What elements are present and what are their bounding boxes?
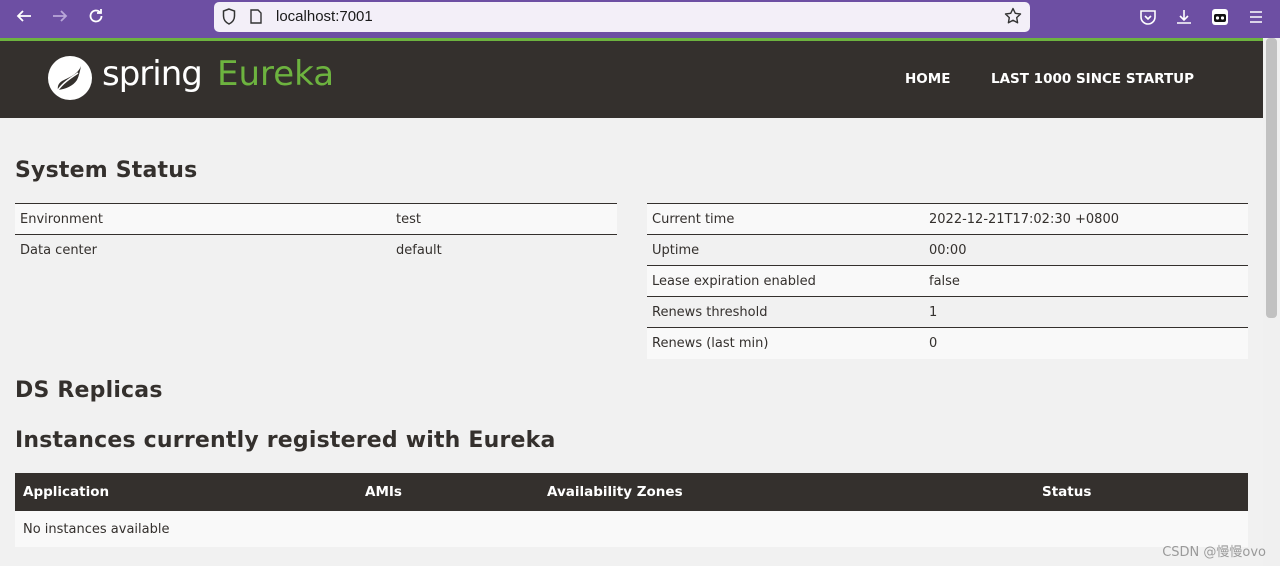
system-status-right-table: Current time 2022-12-21T17:02:30 +0800 U… xyxy=(647,203,1248,359)
shield-icon[interactable] xyxy=(222,8,236,25)
extension-icon[interactable] xyxy=(1211,8,1229,26)
table-row: Uptime 00:00 xyxy=(647,234,1248,266)
row-label: Renews (last min) xyxy=(647,327,924,359)
row-label: Lease expiration enabled xyxy=(647,265,924,297)
nav-last-1000-link[interactable]: LAST 1000 SINCE STARTUP xyxy=(991,71,1194,87)
table-row: Lease expiration enabled false xyxy=(647,265,1248,297)
system-status-left-table: Environment test Data center default xyxy=(15,203,617,266)
row-value: 0 xyxy=(924,327,1248,359)
scrollbar-thumb[interactable] xyxy=(1266,38,1277,318)
instances-heading: Instances currently registered with Eure… xyxy=(15,428,556,453)
row-label: Environment xyxy=(15,203,391,235)
table-row: Data center default xyxy=(15,234,617,266)
row-value: 00:00 xyxy=(924,234,1248,266)
url-text[interactable]: localhost:7001 xyxy=(276,8,373,25)
table-row: Renews threshold 1 xyxy=(647,296,1248,328)
address-bar[interactable]: localhost:7001 xyxy=(214,2,1030,32)
nav-home-link[interactable]: HOME xyxy=(905,71,950,87)
row-label: Uptime xyxy=(647,234,924,266)
reload-icon[interactable] xyxy=(84,7,108,29)
system-status-heading: System Status xyxy=(15,158,198,183)
table-row: No instances available xyxy=(15,511,1248,547)
page-icon[interactable] xyxy=(250,9,262,24)
no-instances-message: No instances available xyxy=(15,511,1248,547)
row-label: Data center xyxy=(15,234,391,266)
column-header-availability-zones: Availability Zones xyxy=(539,473,1034,511)
instances-table: Application AMIs Availability Zones Stat… xyxy=(15,473,1248,547)
back-arrow-icon[interactable] xyxy=(12,7,36,29)
ds-replicas-heading: DS Replicas xyxy=(15,378,163,403)
table-row: Environment test xyxy=(15,203,617,235)
eureka-navbar: spring Eureka HOME LAST 1000 SINCE START… xyxy=(0,38,1263,118)
column-header-application: Application xyxy=(15,473,357,511)
menu-icon[interactable] xyxy=(1247,8,1265,26)
download-icon[interactable] xyxy=(1175,8,1193,26)
watermark-text: CSDN @慢慢ovo xyxy=(1162,545,1266,560)
row-value: false xyxy=(924,265,1248,297)
page-scrollbar[interactable] xyxy=(1263,38,1280,566)
table-row: Current time 2022-12-21T17:02:30 +0800 xyxy=(647,203,1248,235)
row-label: Current time xyxy=(647,203,924,235)
browser-toolbar: localhost:7001 xyxy=(0,0,1280,38)
spring-logo-icon[interactable] xyxy=(46,54,94,102)
pocket-icon[interactable] xyxy=(1139,8,1157,26)
row-value: 2022-12-21T17:02:30 +0800 xyxy=(924,203,1248,235)
table-row: Renews (last min) 0 xyxy=(647,327,1248,359)
brand-eureka[interactable]: Eureka xyxy=(217,54,334,94)
column-header-amis: AMIs xyxy=(357,473,539,511)
brand-spring[interactable]: spring xyxy=(102,54,203,94)
row-value: default xyxy=(391,234,617,266)
bookmark-star-icon[interactable] xyxy=(1004,7,1022,25)
row-value: 1 xyxy=(924,296,1248,328)
forward-arrow-icon[interactable] xyxy=(48,7,72,29)
table-header-row: Application AMIs Availability Zones Stat… xyxy=(15,473,1248,511)
row-label: Renews threshold xyxy=(647,296,924,328)
row-value: test xyxy=(391,203,617,235)
column-header-status: Status xyxy=(1034,473,1248,511)
